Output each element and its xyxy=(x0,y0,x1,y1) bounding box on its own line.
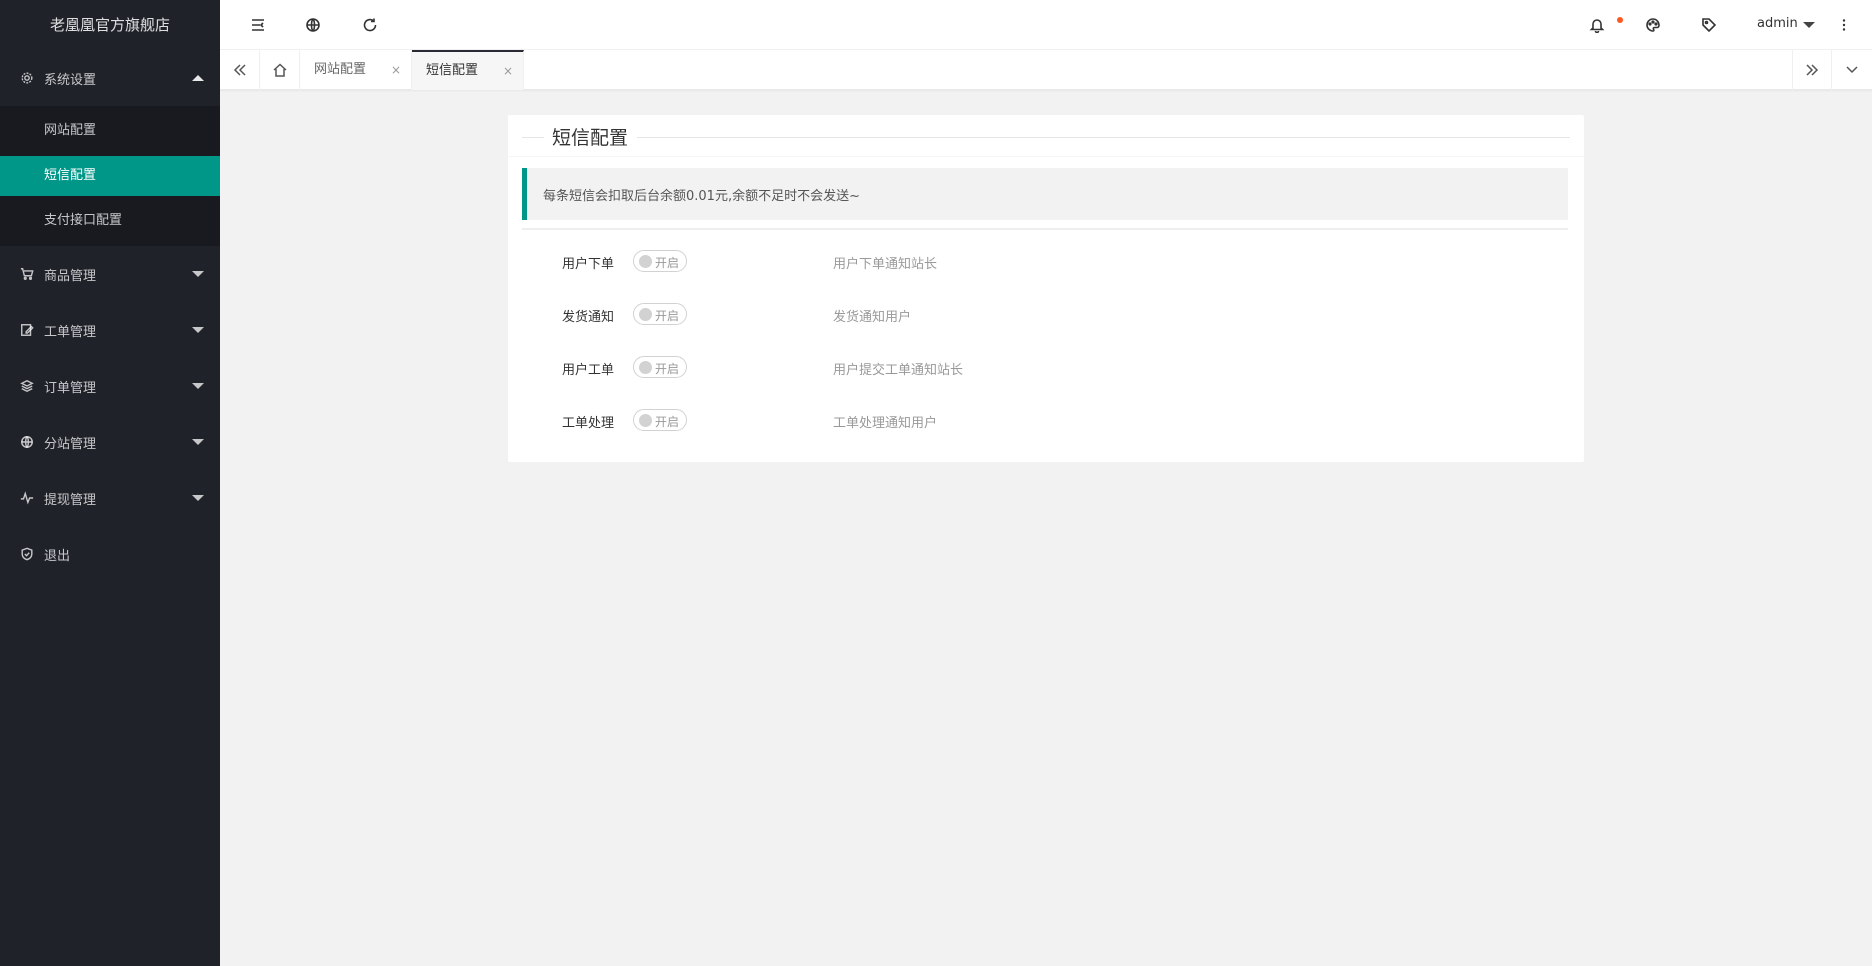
nav-label: 分站管理 xyxy=(44,436,97,452)
setting-label: 工单处理 xyxy=(562,416,615,431)
logo[interactable]: 老凰凰官方旗舰店 xyxy=(0,0,220,50)
setting-description: 工单处理通知用户 xyxy=(833,416,938,431)
tab-label: 短信配置 xyxy=(426,63,479,78)
pulse-icon xyxy=(20,491,34,505)
nav-orders[interactable]: 订单管理 xyxy=(0,358,220,414)
setting-row-shipping-notice: 发货通知 开启 发货通知用户 xyxy=(508,296,1584,334)
double-chevron-right-icon xyxy=(1806,64,1819,76)
layers-icon xyxy=(20,379,34,393)
title-line-left xyxy=(522,137,544,138)
setting-description: 用户下单通知站长 xyxy=(833,257,938,272)
tab-sms-config[interactable]: 短信配置 × xyxy=(412,50,524,90)
nav-label: 工单管理 xyxy=(44,324,97,340)
sms-config-card: 短信配置 每条短信会扣取后台余额0.01元,余额不足时不会发送~ 用户下单 开启… xyxy=(508,115,1584,462)
setting-label: 发货通知 xyxy=(562,310,615,325)
caret-down-icon xyxy=(192,495,204,501)
switch-text: 开启 xyxy=(655,309,680,323)
switch-knob xyxy=(639,361,652,374)
nav-products[interactable]: 商品管理 xyxy=(0,246,220,302)
setting-row-user-order: 用户下单 开启 用户下单通知站长 xyxy=(508,243,1584,281)
more-vertical-icon[interactable] xyxy=(1834,15,1854,35)
double-chevron-left-icon xyxy=(233,64,246,76)
tab-label: 网站配置 xyxy=(314,62,367,77)
switch-text: 开启 xyxy=(655,415,680,429)
globe-icon xyxy=(20,435,34,449)
gear-icon xyxy=(20,71,34,85)
globe-icon[interactable] xyxy=(303,15,323,35)
caret-down-icon xyxy=(192,439,204,445)
toggle-switch[interactable]: 开启 xyxy=(633,250,687,272)
divider xyxy=(508,156,1584,157)
toggle-switch[interactable]: 开启 xyxy=(633,356,687,378)
title-line-right xyxy=(637,137,1570,138)
nav-label: 退出 xyxy=(44,548,71,564)
tab-close-icon[interactable]: × xyxy=(391,50,401,90)
refresh-icon[interactable] xyxy=(360,15,380,35)
setting-label: 用户工单 xyxy=(562,363,615,378)
tab-scroll-left-button[interactable] xyxy=(220,50,260,90)
tab-close-icon[interactable]: × xyxy=(503,52,513,90)
tab-menu-dropdown-button[interactable] xyxy=(1832,50,1872,90)
user-caret-down-icon[interactable] xyxy=(1803,22,1815,28)
nav-label: 订单管理 xyxy=(44,380,97,396)
chevron-down-icon xyxy=(1846,66,1858,74)
submenu-item-website-config[interactable]: 网站配置 xyxy=(0,106,220,156)
fieldset-title: 短信配置 xyxy=(522,123,1570,151)
tab-scroll-right-button[interactable] xyxy=(1792,50,1832,90)
submenu: 网站配置 短信配置 支付接口配置 xyxy=(0,106,220,246)
bell-icon[interactable] xyxy=(1587,15,1607,35)
home-icon xyxy=(272,63,287,77)
nav-logout[interactable]: 退出 xyxy=(0,526,220,582)
nav-substations[interactable]: 分站管理 xyxy=(0,414,220,470)
tag-icon[interactable] xyxy=(1699,15,1719,35)
toggle-switch[interactable]: 开启 xyxy=(633,409,687,431)
caret-up-icon xyxy=(192,75,204,81)
theme-icon[interactable] xyxy=(1643,15,1663,35)
nav-withdrawals[interactable]: 提现管理 xyxy=(0,470,220,526)
caret-down-icon xyxy=(192,327,204,333)
switch-text: 开启 xyxy=(655,256,680,270)
caret-down-icon xyxy=(192,383,204,389)
submenu-item-payment-config[interactable]: 支付接口配置 xyxy=(0,196,220,246)
sidebar: 老凰凰官方旗舰店 系统设置 网站配置 短信配置 支付接口配置 商品管理 工单管理… xyxy=(0,0,220,966)
nav-system-settings[interactable]: 系统设置 xyxy=(0,50,220,106)
switch-knob xyxy=(639,308,652,321)
switch-knob xyxy=(639,255,652,268)
notice-text: 每条短信会扣取后台余额0.01元,余额不足时不会发送~ xyxy=(543,189,860,204)
submenu-item-sms-config[interactable]: 短信配置 xyxy=(0,156,220,196)
notification-dot xyxy=(1617,17,1623,23)
tab-website-config[interactable]: 网站配置 × xyxy=(300,50,412,90)
caret-down-icon xyxy=(192,271,204,277)
setting-label: 用户下单 xyxy=(562,257,615,272)
divider xyxy=(522,228,1568,230)
top-header: admin xyxy=(220,0,1872,50)
page-title: 短信配置 xyxy=(552,127,629,149)
notice-blockquote: 每条短信会扣取后台余额0.01元,余额不足时不会发送~ xyxy=(522,168,1568,220)
setting-row-user-ticket: 用户工单 开启 用户提交工单通知站长 xyxy=(508,349,1584,387)
cart-icon xyxy=(20,267,34,281)
home-tab-button[interactable] xyxy=(260,50,300,90)
switch-text: 开启 xyxy=(655,362,680,376)
user-name[interactable]: admin xyxy=(1757,16,1798,31)
switch-knob xyxy=(639,414,652,427)
menu-toggle-icon[interactable] xyxy=(248,15,268,35)
setting-row-ticket-processing: 工单处理 开启 工单处理通知用户 xyxy=(508,402,1584,440)
nav-label: 商品管理 xyxy=(44,268,97,284)
setting-description: 用户提交工单通知站长 xyxy=(833,363,964,378)
toggle-switch[interactable]: 开启 xyxy=(633,303,687,325)
setting-description: 发货通知用户 xyxy=(833,310,912,325)
nav-label: 系统设置 xyxy=(44,72,97,88)
shield-check-icon xyxy=(20,547,34,561)
edit-icon xyxy=(20,323,34,337)
tab-bar: 网站配置 × 短信配置 × xyxy=(220,50,1872,90)
nav-label: 提现管理 xyxy=(44,492,97,508)
nav-tickets[interactable]: 工单管理 xyxy=(0,302,220,358)
